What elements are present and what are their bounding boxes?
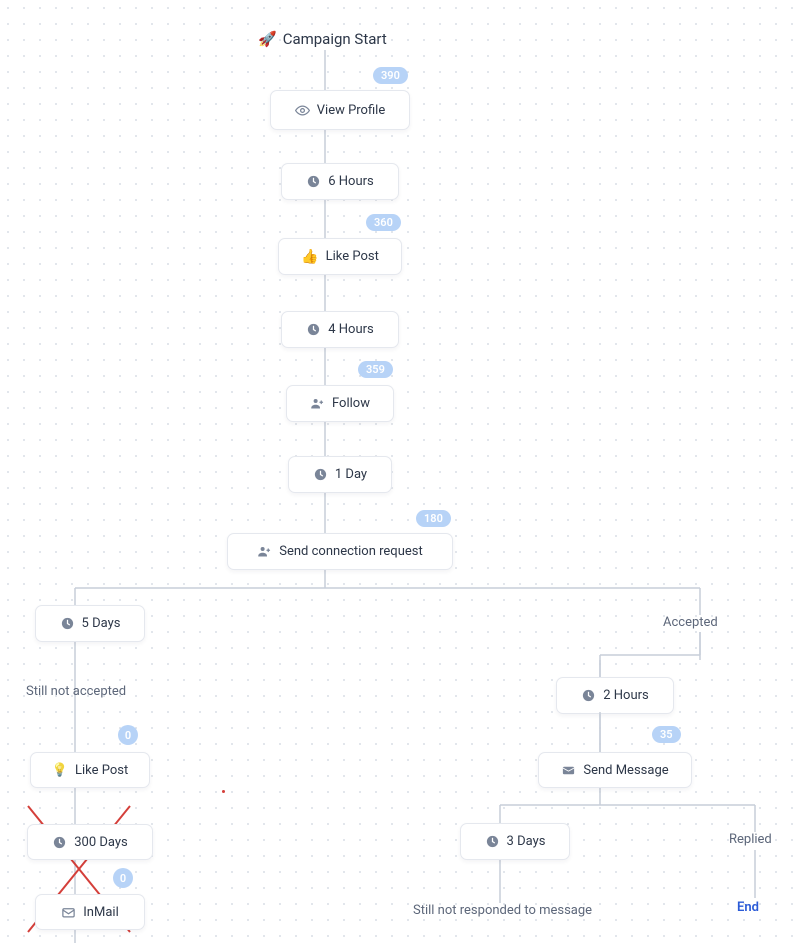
cond-replied: Replied [723, 832, 772, 847]
node-view-profile[interactable]: View Profile [270, 90, 410, 130]
connector-lines-3 [0, 0, 800, 943]
node-label: Send Message [583, 763, 668, 778]
badge-send-connection: 180 [416, 510, 451, 527]
node-label: 300 Days [74, 835, 128, 850]
inmail-icon [61, 905, 76, 920]
clock-icon [581, 688, 596, 703]
node-label: View Profile [317, 103, 385, 118]
person-add-icon [257, 544, 272, 559]
node-wait-6h[interactable]: 6 Hours [281, 163, 399, 200]
clock-icon [313, 467, 328, 482]
cond-accepted: Accepted [657, 615, 718, 630]
connector-lines [0, 0, 800, 943]
node-wait-300d[interactable]: 300 Days [27, 824, 153, 860]
connector-lines-2 [0, 0, 800, 943]
node-send-connection[interactable]: Send connection request [227, 533, 453, 570]
node-send-message[interactable]: Send Message [538, 752, 692, 788]
clock-icon [60, 616, 75, 631]
node-label: Like Post [75, 763, 128, 778]
node-label: InMail [83, 905, 118, 920]
flow-canvas: 🚀 Campaign Start View Profile 390 6 Hour… [0, 0, 800, 943]
title-text: Campaign Start [283, 30, 387, 48]
node-label: Follow [332, 396, 370, 411]
cond-label: Accepted [663, 615, 718, 630]
cond-still-not-responded: Still not responded to message [407, 903, 592, 918]
badge-follow: 359 [358, 361, 393, 378]
badge-send-message: 35 [652, 726, 681, 743]
cond-label: Replied [729, 832, 772, 847]
bulb-icon: 💡 [52, 764, 68, 777]
badge-view-profile: 390 [373, 67, 408, 84]
clock-icon [306, 322, 321, 337]
node-wait-1d[interactable]: 1 Day [288, 456, 392, 493]
node-label: 4 Hours [328, 322, 374, 337]
cond-label: Still not responded to message [413, 903, 592, 918]
node-label: 1 Day [335, 467, 367, 482]
badge-like-post-2: 0 [118, 725, 138, 745]
node-follow[interactable]: Follow [286, 385, 394, 422]
end-label: End [737, 900, 759, 915]
node-like-post-2[interactable]: 💡 Like Post [30, 752, 150, 788]
badge-inmail: 0 [113, 868, 133, 888]
node-end[interactable]: End [731, 900, 759, 915]
annotation-dot [222, 790, 225, 793]
node-label: Send connection request [279, 544, 422, 559]
rocket-icon: 🚀 [258, 32, 277, 47]
node-label: 3 Days [507, 834, 546, 849]
node-wait-5d[interactable]: 5 Days [35, 605, 145, 642]
node-wait-3d[interactable]: 3 Days [460, 823, 570, 860]
node-label: 5 Days [82, 616, 121, 631]
clock-icon [485, 834, 500, 849]
node-inmail[interactable]: InMail [35, 894, 145, 930]
clock-icon [52, 835, 67, 850]
cond-label: Still not accepted [26, 684, 126, 699]
node-like-post-1[interactable]: 👍 Like Post [278, 238, 402, 275]
node-label: 2 Hours [603, 688, 649, 703]
campaign-start-title: 🚀 Campaign Start [258, 30, 387, 48]
node-wait-4h[interactable]: 4 Hours [281, 311, 399, 348]
envelope-icon [561, 763, 576, 778]
badge-like-post-1: 360 [366, 214, 401, 231]
node-label: Like Post [326, 249, 379, 264]
connector-lines-right [0, 0, 800, 943]
thumb-icon: 👍 [301, 250, 318, 264]
clock-icon [306, 174, 321, 189]
eye-icon [295, 103, 310, 118]
cond-still-not-accepted: Still not accepted [20, 684, 126, 699]
node-label: 6 Hours [328, 174, 374, 189]
node-wait-2h[interactable]: 2 Hours [556, 677, 674, 714]
person-add-icon [310, 396, 325, 411]
